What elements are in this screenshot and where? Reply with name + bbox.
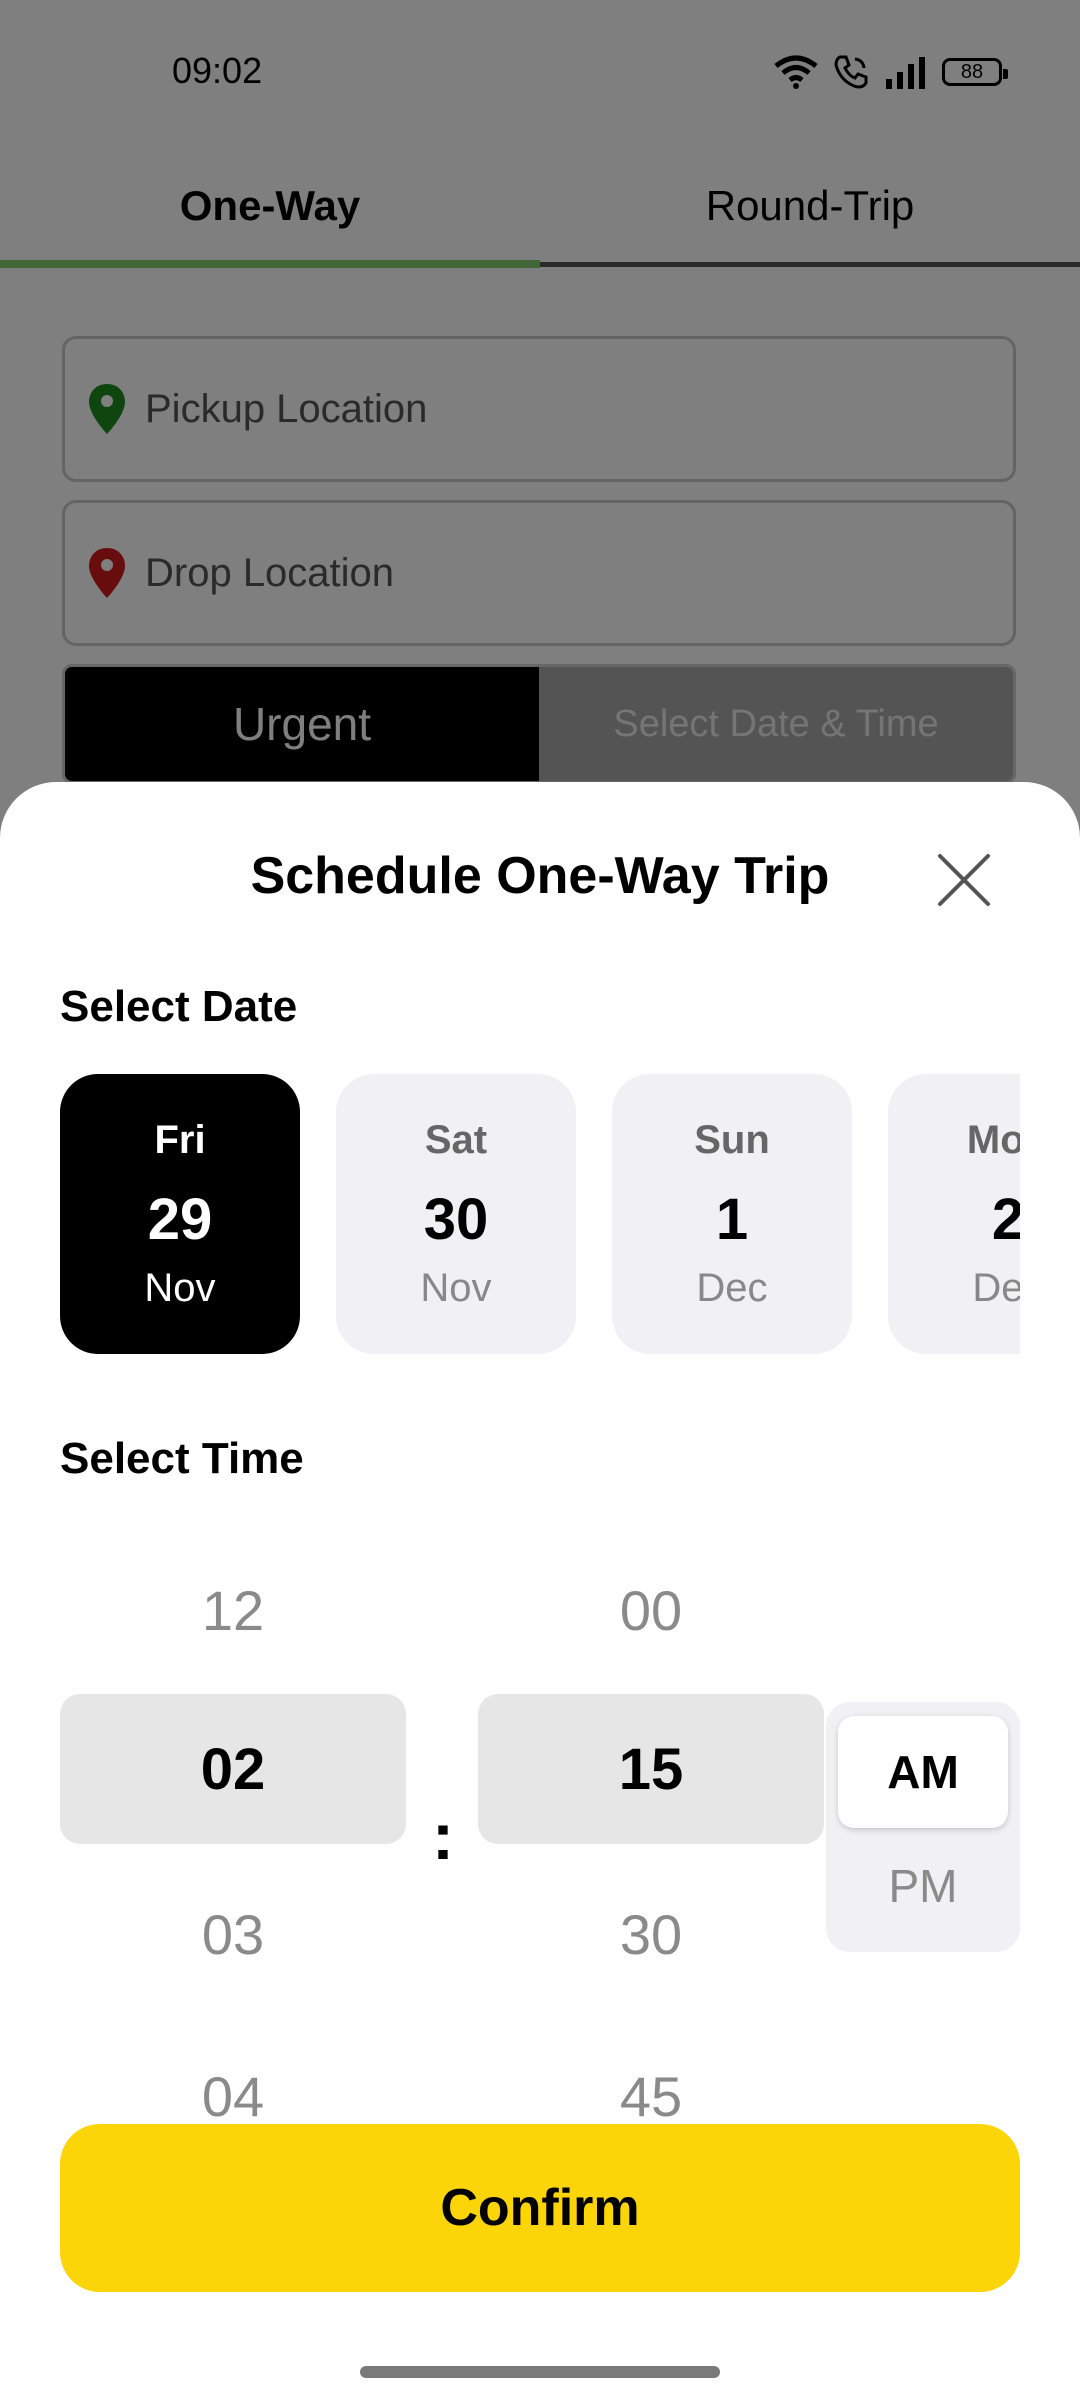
am-button[interactable]: AM <box>838 1716 1008 1828</box>
minute-option[interactable]: 00 <box>478 1578 824 1643</box>
time-separator: : <box>432 1799 454 1873</box>
date-card-day: 1 <box>715 1187 749 1252</box>
date-card[interactable]: Sat 30 Nov <box>336 1074 576 1354</box>
hour-selected[interactable]: 02 <box>60 1694 406 1844</box>
minute-option[interactable]: 30 <box>478 1902 824 1967</box>
minute-option[interactable]: 45 <box>478 2064 824 2129</box>
minute-selected[interactable]: 15 <box>478 1694 824 1844</box>
select-date-label: Select Date <box>60 982 298 1031</box>
date-card-selected[interactable]: Fri 29 Nov <box>60 1074 300 1354</box>
date-card-day: 30 <box>423 1187 489 1252</box>
date-card-month: Nov <box>144 1266 216 1310</box>
am-pm-toggle: AM PM <box>826 1702 1020 1952</box>
pm-button[interactable]: PM <box>838 1836 1008 1936</box>
hour-option[interactable]: 03 <box>60 1902 406 1967</box>
select-time-label: Select Time <box>60 1434 304 1483</box>
hour-option[interactable]: 04 <box>60 2064 406 2129</box>
date-card-month: Dec <box>696 1266 768 1310</box>
hour-option[interactable]: 12 <box>60 1578 406 1643</box>
date-card-day: 2 <box>991 1187 1020 1252</box>
close-icon[interactable] <box>932 848 996 912</box>
date-strip[interactable]: Fri 29 Nov Sat 30 Nov Sun 1 Dec Mon 2 De… <box>60 1074 1020 1354</box>
schedule-bottom-sheet: Schedule One-Way Trip Select Date Fri 29… <box>0 782 1080 2400</box>
confirm-button[interactable]: Confirm <box>60 2124 1020 2292</box>
date-card-weekday: Sat <box>424 1118 488 1162</box>
date-card[interactable]: Mon 2 Dec <box>888 1074 1020 1354</box>
date-card[interactable]: Sun 1 Dec <box>612 1074 852 1354</box>
sheet-title: Schedule One-Way Trip <box>250 847 830 905</box>
date-card-weekday: Sun <box>694 1118 770 1162</box>
date-card-month: Dec <box>972 1266 1020 1310</box>
home-indicator[interactable] <box>360 2366 720 2378</box>
date-card-weekday: Mon <box>966 1118 1020 1162</box>
date-card-month: Nov <box>420 1266 492 1310</box>
date-card-weekday: Fri <box>154 1118 206 1162</box>
date-card-day: 29 <box>147 1187 213 1252</box>
